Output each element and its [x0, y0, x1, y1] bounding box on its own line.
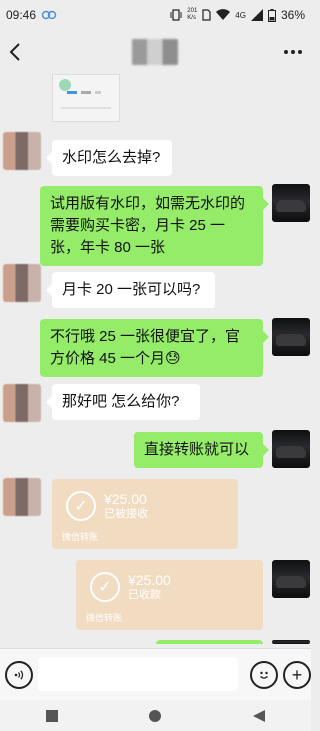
transfer-footer: 微信转账: [62, 532, 99, 542]
my-avatar[interactable]: [272, 430, 310, 468]
sim-icon: [202, 9, 211, 21]
my-avatar[interactable]: [272, 640, 310, 644]
vibrate-icon: [170, 9, 182, 21]
message-bubble-received[interactable]: 那好吧 怎么给你?: [46, 384, 200, 420]
transfer-footer: 微信转账: [86, 613, 123, 623]
transfer-card-sent[interactable]: ✓ ¥25.00 已收款 微信转账: [76, 560, 263, 630]
contact-name-blurred: [132, 39, 178, 65]
network-speed: 201 K/s: [187, 8, 198, 21]
message-text: 不行哦 25 一张很便宜了，官方价格 45 一个月: [50, 328, 241, 367]
emoji-sweat-icon: 😓: [165, 350, 181, 367]
my-avatar[interactable]: [272, 318, 310, 356]
message-text: 月卡 20 一张可以吗?: [62, 281, 201, 298]
back-arrow-icon[interactable]: [8, 42, 22, 62]
network-type: 4G: [235, 10, 246, 20]
message-bubble-sent[interactable]: 直接转账就可以: [134, 432, 269, 468]
plus-icon[interactable]: +: [283, 661, 311, 689]
message-bubble-sent[interactable]: 不行哦 25 一张很便宜了，官方价格 45 一个月😓: [40, 319, 269, 377]
signal-icon: [250, 9, 263, 21]
friend-avatar[interactable]: [3, 264, 41, 302]
chat-input-bar: +: [0, 648, 311, 700]
message-bubble-received[interactable]: 月卡 20 一张可以吗?: [46, 272, 215, 308]
image-thumbnail-icon: [59, 79, 111, 109]
message-bubble-sent[interactable]: 试用版有水印，如需无水印的需要购买卡密，月卡 25 一张，年卡 80 一张: [40, 186, 269, 266]
battery-level: 36%: [280, 8, 305, 22]
app-notification-icon: [41, 10, 57, 20]
voice-icon[interactable]: [5, 661, 33, 689]
emoji-icon[interactable]: [250, 661, 278, 689]
chat-header: [0, 30, 311, 74]
friend-avatar[interactable]: [3, 478, 41, 516]
transfer-card-received[interactable]: ✓ ¥25.00 已被接收 微信转账: [52, 479, 238, 549]
recent-icon[interactable]: [45, 709, 58, 722]
message-text: 直接转账就可以: [144, 441, 250, 458]
status-time: 09:46: [6, 8, 37, 22]
wifi-icon: [216, 9, 231, 20]
more-icon[interactable]: [283, 49, 303, 55]
message-text: 水印怎么去掉?: [62, 149, 161, 166]
transfer-amount: ¥25.00: [104, 491, 147, 507]
back-nav-icon[interactable]: [253, 709, 266, 722]
message-bubble-received[interactable]: 水印怎么去掉?: [46, 140, 172, 176]
transfer-status: 已收款: [128, 589, 161, 601]
transfer-amount: ¥25.00: [128, 572, 171, 588]
check-icon: ✓: [90, 572, 120, 602]
message-bubble-sent-partial[interactable]: [156, 640, 263, 644]
chat-message-list: 水印怎么去掉? 试用版有水印，如需无水印的需要购买卡密，月卡 25 一张，年卡 …: [0, 74, 311, 644]
friend-avatar[interactable]: [3, 132, 41, 170]
message-input[interactable]: [38, 657, 238, 691]
image-message[interactable]: [52, 74, 120, 122]
home-icon[interactable]: [149, 709, 162, 722]
smile-icon: [260, 671, 268, 679]
voice-wave-icon: [14, 670, 24, 680]
status-bar: 09:46 201 K/s 4G 36%: [0, 0, 311, 30]
my-avatar[interactable]: [272, 560, 310, 598]
friend-avatar[interactable]: [3, 384, 41, 422]
check-icon: ✓: [66, 491, 96, 521]
message-text: 那好吧 怎么给你?: [62, 393, 180, 410]
my-avatar[interactable]: [272, 184, 310, 222]
message-text: 试用版有水印，如需无水印的需要购买卡密，月卡 25 一张，年卡 80 一张: [50, 195, 246, 256]
battery-icon: [267, 8, 276, 22]
transfer-status: 已被接收: [104, 508, 148, 520]
system-nav-bar: [0, 700, 311, 731]
